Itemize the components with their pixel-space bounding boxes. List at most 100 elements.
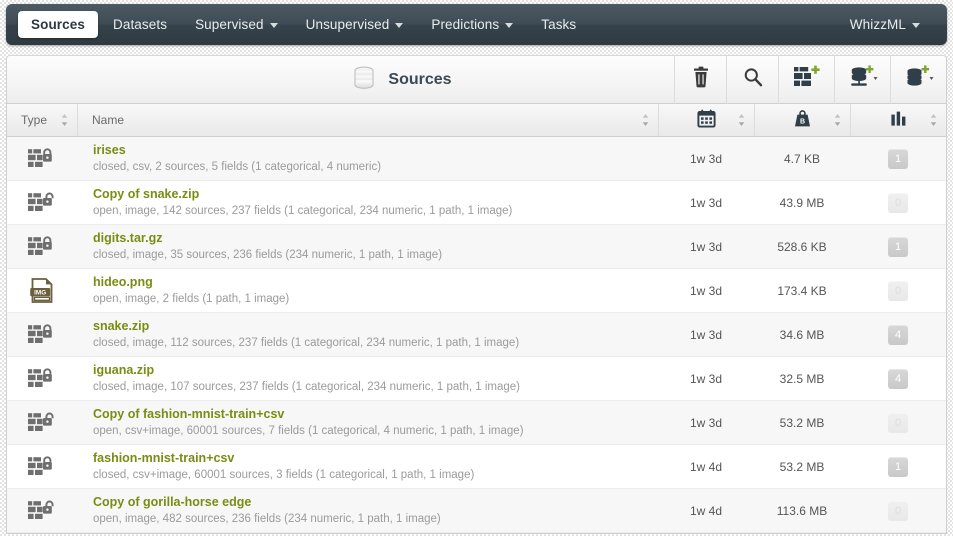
source-description: open, image, 482 sources, 236 fields (23… [93, 512, 441, 525]
dataset-count-badge: 1 [888, 148, 908, 169]
cell-dataset-count: 0 [850, 192, 946, 213]
source-name-link[interactable]: hideo.png [93, 275, 658, 290]
nav-item-predictions[interactable]: Predictions [418, 11, 526, 38]
nav-item-tasks[interactable]: Tasks [528, 11, 589, 38]
sources-panel: Sources Type Name B irises closed, csv, … [6, 55, 947, 534]
nav-item-label: WhizzML [849, 17, 906, 32]
cell-name: fashion-mnist-train+csv closed, csv+image… [77, 451, 658, 483]
cell-size: 4.7 KB [783, 151, 821, 166]
cell-name: irises closed, csv, 2 sources, 5 fields (… [77, 143, 658, 175]
panel-header: Sources [7, 56, 946, 104]
chevron-down-icon [912, 22, 920, 28]
source-name-link[interactable]: Copy of snake.zip [93, 187, 658, 202]
dataset-count-badge: 0 [888, 412, 908, 433]
source-description: open, csv+image, 60001 sources, 7 fields… [93, 424, 524, 437]
table-column-headers: Type Name B [7, 104, 946, 137]
source-name-link[interactable]: Copy of gorilla-horse edge [93, 495, 658, 510]
table-row[interactable]: irises closed, csv, 2 sources, 5 fields (… [7, 137, 946, 181]
closed-composite-icon [27, 233, 57, 261]
table-row[interactable]: Copy of snake.zip open, image, 142 source… [7, 181, 946, 225]
cell-dataset-count: 1 [850, 148, 946, 169]
cell-size: 43.9 MB [779, 195, 825, 210]
source-name-link[interactable]: digits.tar.gz [93, 231, 658, 246]
nav-item-sources[interactable]: Sources [18, 11, 98, 38]
sort-toggle-age[interactable] [737, 114, 746, 127]
cell-dataset-count: 1 [850, 236, 946, 257]
closed-composite-icon [27, 453, 57, 481]
nav-item-supervised[interactable]: Supervised [182, 11, 291, 38]
table-row[interactable]: snake.zip closed, image, 112 sources, 237… [7, 313, 946, 357]
cell-size: 34.6 MB [779, 327, 825, 342]
nav-account-area: WhizzML [837, 11, 935, 38]
nav-item-label: Tasks [541, 17, 577, 32]
bar-chart-icon [889, 110, 908, 131]
table-row[interactable]: fashion-mnist-train+csv closed, csv+image… [7, 445, 946, 489]
nav-item-unsupervised[interactable]: Unsupervised [293, 11, 417, 38]
chevron-down-icon [505, 22, 514, 28]
closed-composite-icon [27, 145, 57, 173]
dataset-count-badge: 4 [888, 324, 908, 345]
weight-icon: B [793, 109, 812, 131]
table-row[interactable]: digits.tar.gz closed, image, 35 sources, … [7, 225, 946, 269]
column-header-datasets [850, 104, 946, 136]
cell-dataset-count: 0 [850, 412, 946, 433]
source-name-link[interactable]: snake.zip [93, 319, 658, 334]
nav-item-whizzml[interactable]: WhizzML [837, 11, 933, 38]
add-database-source-icon [904, 65, 934, 94]
cell-size: 173.4 KB [777, 283, 827, 298]
cell-name: Copy of snake.zip open, image, 142 source… [77, 187, 658, 219]
dataset-count-badge: 4 [888, 368, 908, 389]
dataset-count-badge: 0 [888, 500, 908, 521]
closed-composite-icon [27, 321, 57, 349]
cell-size: 113.6 MB [776, 503, 828, 518]
nav-item-label: Unsupervised [305, 17, 390, 32]
cell-size: 528.6 KB [777, 239, 827, 254]
table-row[interactable]: Copy of fashion-mnist-train+csv open, csv… [7, 401, 946, 445]
sort-toggle-type[interactable] [60, 114, 69, 127]
column-header-name: Name [77, 104, 658, 136]
source-description: open, image, 142 sources, 237 fields (1 … [93, 204, 513, 217]
sort-toggle-datasets[interactable] [929, 114, 938, 127]
column-header-type-label: Type [21, 113, 48, 127]
cell-name: digits.tar.gz closed, image, 35 sources, … [77, 231, 658, 263]
sort-toggle-size[interactable] [833, 114, 842, 127]
source-description: closed, csv, 2 sources, 5 fields (1 cate… [93, 160, 382, 173]
column-header-name-label: Name [92, 113, 125, 127]
cell-name: snake.zip closed, image, 112 sources, 237… [77, 319, 658, 351]
nav-item-label: Datasets [112, 17, 168, 32]
cell-age: 1w 3d [689, 415, 723, 430]
cell-type [7, 365, 77, 393]
add-source-button[interactable] [890, 56, 946, 104]
search-button[interactable] [726, 56, 778, 104]
table-row[interactable]: Copy of gorilla-horse edge open, image, 4… [7, 489, 946, 533]
source-name-link[interactable]: iguana.zip [93, 363, 658, 378]
cell-type [7, 409, 77, 437]
cell-age: 1w 3d [689, 327, 723, 342]
table-row[interactable]: IMG hideo.png open, image, 2 fields (1 pat… [7, 269, 946, 313]
source-name-link[interactable]: Copy of fashion-mnist-train+csv [93, 407, 658, 422]
search-icon [742, 66, 764, 93]
cell-age: 1w 3d [689, 195, 723, 210]
sort-toggle-name[interactable] [641, 114, 650, 127]
cell-size: 53.2 MB [779, 415, 825, 430]
nav-item-datasets[interactable]: Datasets [100, 11, 180, 38]
cell-size: 32.5 MB [779, 371, 825, 386]
source-name-link[interactable]: fashion-mnist-train+csv [93, 451, 658, 466]
nav-item-label: Predictions [431, 17, 500, 32]
delete-button[interactable] [674, 56, 726, 104]
cell-name: iguana.zip closed, image, 107 sources, 23… [77, 363, 658, 395]
table-row[interactable]: iguana.zip closed, image, 107 sources, 23… [7, 357, 946, 401]
source-description: closed, image, 35 sources, 236 fields (2… [93, 248, 443, 261]
cell-dataset-count: 4 [850, 368, 946, 389]
delete-icon [691, 66, 711, 93]
cell-type [7, 233, 77, 261]
open-composite-icon [27, 189, 57, 217]
add-composite-source-icon [793, 65, 821, 94]
panel-title-group: Sources [7, 62, 674, 97]
create-source-button[interactable] [834, 56, 890, 104]
database-icon [349, 62, 379, 97]
top-navigation-bar: Sources Datasets Supervised Unsupervised Pre… [6, 4, 947, 45]
open-composite-icon [27, 409, 57, 437]
source-name-link[interactable]: irises [93, 143, 658, 158]
create-composite-source-button[interactable] [778, 56, 834, 104]
